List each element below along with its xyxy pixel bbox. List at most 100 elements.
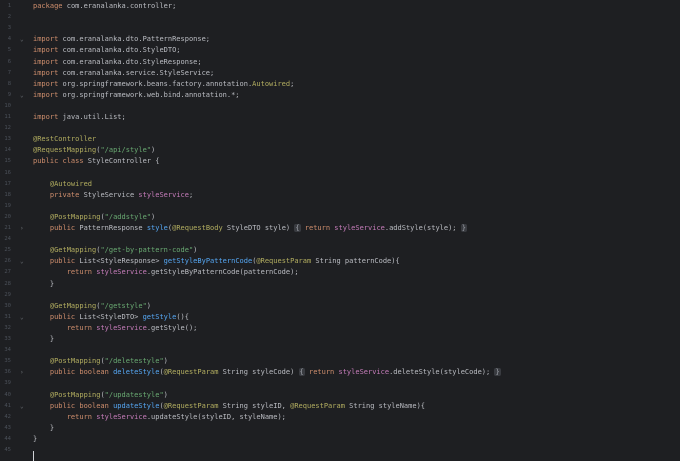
code-line[interactable]: 17 @Autowired [0, 179, 680, 190]
code-text[interactable]: @Autowired [33, 179, 92, 190]
code-text[interactable]: } [33, 279, 54, 290]
code-text[interactable]: public boolean deleteStyle(@RequestParam… [33, 367, 501, 378]
code-line[interactable]: 15 public class StyleController { [0, 156, 680, 167]
code-line[interactable]: 21 › public PatternResponse style(@Reques… [0, 223, 680, 234]
code-text[interactable]: public class StyleController { [33, 156, 159, 167]
code-token: "/get-by-pattern-code" [100, 246, 194, 255]
code-editor[interactable]: 1 package com.eranalanka.controller; 2 3 4 ⌄ i… [0, 0, 680, 461]
code-text[interactable]: @PostMapping("/deletestyle") [33, 356, 168, 367]
code-line[interactable]: 4 ⌄ import com.eranalanka.dto.PatternRespo… [0, 34, 680, 45]
collapsed-block-marker[interactable]: } [494, 368, 501, 377]
code-line[interactable]: 25 @GetMapping("/get-by-pattern-code") [0, 245, 680, 256]
code-text[interactable]: return styleService.getStyleByPatternCod… [33, 267, 299, 278]
fold-collapse-icon[interactable]: ⌄ [20, 401, 24, 412]
code-line[interactable]: 5 import com.eranalanka.dto.StyleDTO; [0, 45, 680, 56]
code-text[interactable]: import org.springframework.web.bind.anno… [33, 90, 240, 101]
code-line[interactable]: 3 [0, 23, 680, 34]
code-line[interactable]: 11 import java.util.List; [0, 112, 680, 123]
code-line[interactable]: 30 @GetMapping("/getstyle") [0, 301, 680, 312]
code-text[interactable]: @RestController [33, 134, 96, 145]
code-token: com.eranalanka.service.StyleService; [58, 68, 215, 77]
code-text[interactable]: @PostMapping("/addstyle") [33, 212, 155, 223]
code-line[interactable]: 31 ⌄ public List<StyleDTO> getStyle(){ [0, 312, 680, 323]
code-text[interactable]: @RequestMapping("/api/style") [33, 145, 155, 156]
code-text[interactable]: return styleService.getStyle(); [33, 323, 198, 334]
code-line[interactable]: 10 [0, 101, 680, 112]
code-text[interactable]: public PatternResponse style(@RequestBod… [33, 223, 467, 234]
line-number: 20 [4, 213, 11, 220]
code-text[interactable]: public boolean updateStyle(@RequestParam… [33, 401, 425, 412]
code-line[interactable]: 36 › public boolean deleteStyle(@RequestP… [0, 367, 680, 378]
code-token: public [49, 312, 76, 321]
code-line[interactable]: 12 [0, 123, 680, 134]
code-token: private [49, 190, 80, 199]
code-text[interactable]: @GetMapping("/get-by-pattern-code") [33, 245, 198, 256]
code-line[interactable]: 18 private StyleService styleService; [0, 190, 680, 201]
code-line[interactable]: 45 [0, 445, 680, 456]
code-token: ) [146, 301, 152, 310]
code-text[interactable]: public List<StyleResponse> getStyleByPat… [33, 256, 400, 267]
code-text[interactable]: import org.springframework.beans.factory… [33, 79, 294, 90]
collapsed-block-marker[interactable]: } [460, 224, 467, 232]
code-line[interactable]: 8 import org.springframework.beans.factor… [0, 79, 680, 90]
fold-collapse-icon[interactable]: ⌄ [20, 34, 24, 45]
fold-collapse-icon[interactable]: ⌄ [20, 90, 24, 101]
code-line[interactable]: 40 @PostMapping("/updatestyle") [0, 390, 680, 401]
fold-collapse-icon[interactable]: ⌄ [20, 256, 24, 267]
code-text[interactable]: } [33, 434, 37, 445]
code-line[interactable]: 6 import com.eranalanka.dto.StyleResponse… [0, 57, 680, 68]
fold-expand-icon[interactable]: › [20, 223, 24, 234]
code-token: ; [290, 79, 295, 88]
code-line[interactable]: 1 package com.eranalanka.controller; [0, 1, 680, 12]
code-token: @RequestBody [172, 224, 223, 232]
code-line[interactable]: 32 return styleService.getStyle(); [0, 323, 680, 334]
code-text[interactable]: } [33, 334, 54, 345]
code-line[interactable]: 13 @RestController [0, 134, 680, 145]
code-text[interactable]: return styleService.updateStyle(styleID,… [33, 412, 286, 423]
code-text[interactable]: @PostMapping("/updatestyle") [33, 390, 168, 401]
code-text[interactable]: public List<StyleDTO> getStyle(){ [33, 312, 189, 323]
code-token: StyleService [79, 190, 139, 199]
code-line[interactable]: 26 ⌄ public List<StyleResponse> getStyleB… [0, 256, 680, 267]
code-line[interactable]: 44} [0, 434, 680, 445]
code-line[interactable]: 39 [0, 378, 680, 389]
code-line[interactable]: 43 } [0, 423, 680, 434]
code-line[interactable]: 28 } [0, 279, 680, 290]
code-text[interactable]: private StyleService styleService; [33, 190, 193, 201]
code-text[interactable]: import com.eranalanka.dto.StyleResponse; [33, 57, 202, 68]
code-text[interactable]: } [33, 423, 54, 434]
code-line[interactable]: 9 ⌄ import org.springframework.web.bind.an… [0, 90, 680, 101]
fold-expand-icon[interactable]: › [20, 367, 24, 378]
code-text[interactable]: package com.eranalanka.controller; [33, 1, 176, 12]
code-line[interactable]: 19 [0, 201, 680, 212]
code-line[interactable]: 42 return styleService.updateStyle(style… [0, 412, 680, 423]
code-line[interactable]: 41 ⌄ public boolean updateStyle(@RequestP… [0, 401, 680, 412]
code-text[interactable]: import com.eranalanka.service.StyleServi… [33, 68, 214, 79]
code-token: import [33, 35, 59, 44]
code-text[interactable]: @GetMapping("/getstyle") [33, 301, 151, 312]
code-line[interactable]: 24 [0, 234, 680, 245]
code-line[interactable]: 33 } [0, 334, 680, 345]
code-token: updateStyle [113, 401, 160, 410]
code-line[interactable]: 34 [0, 345, 680, 356]
code-line[interactable]: 35 @PostMapping("/deletestyle") [0, 356, 680, 367]
code-line[interactable]: 27 return styleService.getStyleByPattern… [0, 267, 680, 278]
line-number: 42 [4, 413, 11, 420]
code-line[interactable]: 7 import com.eranalanka.service.StyleServ… [0, 68, 680, 79]
code-text[interactable]: import java.util.List; [33, 112, 126, 123]
line-number: 41 [4, 402, 11, 409]
fold-collapse-icon[interactable]: ⌄ [20, 312, 24, 323]
code-text[interactable]: import com.eranalanka.dto.StyleDTO; [33, 45, 181, 56]
code-line[interactable]: 2 [0, 12, 680, 23]
code-line[interactable]: 29 [0, 290, 680, 301]
code-text[interactable]: import com.eranalanka.dto.PatternRespons… [33, 34, 210, 45]
code-line[interactable]: 14 @RequestMapping("/api/style") [0, 145, 680, 156]
code-line[interactable]: 20 @PostMapping("/addstyle") [0, 212, 680, 223]
code-line[interactable]: 16 [0, 168, 680, 179]
